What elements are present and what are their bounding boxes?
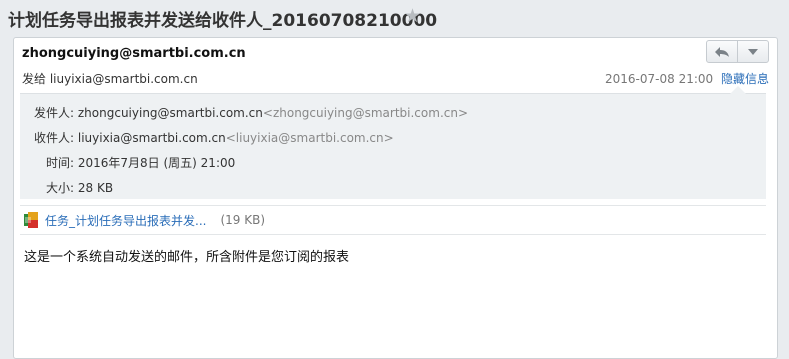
email-date: 2016-07-08 21:00 [605, 72, 714, 86]
to-name[interactable]: liuyixia@smartbi.com.cn [78, 131, 226, 145]
details-caret [730, 86, 746, 94]
recipient-email: liuyixia@smartbi.com.cn [49, 72, 198, 86]
size-label: 大小: [46, 181, 75, 195]
from-name[interactable]: zhongcuiying@smartbi.com.cn [78, 106, 263, 120]
email-panel: zhongcuiying@smartbi.com.cn 发给 liuyixia@… [13, 37, 778, 359]
from-row: 发件人: zhongcuiying@smartbi.com.cn<zhongcu… [34, 104, 468, 121]
to-row: 收件人: liuyixia@smartbi.com.cn<liuyixia@sm… [34, 129, 394, 146]
chevron-down-icon [748, 48, 758, 55]
reply-icon [715, 46, 729, 57]
email-subject: 计划任务导出报表并发送给收件人_20160708210000 [8, 11, 438, 31]
attachment-row: 任务_计划任务导出报表并发... (19 KB) [20, 205, 766, 235]
to-prefix: 发给 [22, 72, 47, 86]
from-label: 发件人: [34, 106, 75, 120]
from-address: <zhongcuiying@smartbi.com.cn> [262, 106, 469, 120]
time-value: 2016年7月8日 (周五) 21:00 [77, 156, 236, 170]
email-body: 这是一个系统自动发送的邮件，所含附件是您订阅的报表 [24, 250, 350, 265]
hide-info-link[interactable]: 隐藏信息 [721, 72, 769, 86]
excel-file-icon [24, 212, 38, 228]
star-icon[interactable]: ★ [404, 5, 421, 27]
attachment-name[interactable]: 任务_计划任务导出报表并发... [45, 212, 206, 229]
meta-right: 2016-07-08 21:00 隐藏信息 [605, 70, 769, 87]
time-row: 时间: 2016年7月8日 (周五) 21:00 [46, 154, 235, 171]
reply-actions [706, 40, 769, 63]
time-label: 时间: [46, 156, 75, 170]
subject-bar: 计划任务导出报表并发送给收件人_20160708210000 ★ [0, 0, 789, 38]
recipient-line: 发给 liuyixia@smartbi.com.cn [22, 70, 198, 87]
more-actions-button[interactable] [737, 41, 768, 62]
details-panel: 发件人: zhongcuiying@smartbi.com.cn<zhongcu… [20, 86, 766, 199]
to-label: 收件人: [34, 131, 75, 145]
size-value: 28 KB [77, 181, 114, 195]
attachment-size: (19 KB) [220, 213, 266, 227]
window-edge [780, 0, 789, 334]
to-address: <liuyixia@smartbi.com.cn> [225, 131, 394, 145]
sender-email: zhongcuiying@smartbi.com.cn [22, 46, 246, 61]
size-row: 大小: 28 KB [46, 179, 113, 196]
reply-button[interactable] [707, 41, 737, 62]
